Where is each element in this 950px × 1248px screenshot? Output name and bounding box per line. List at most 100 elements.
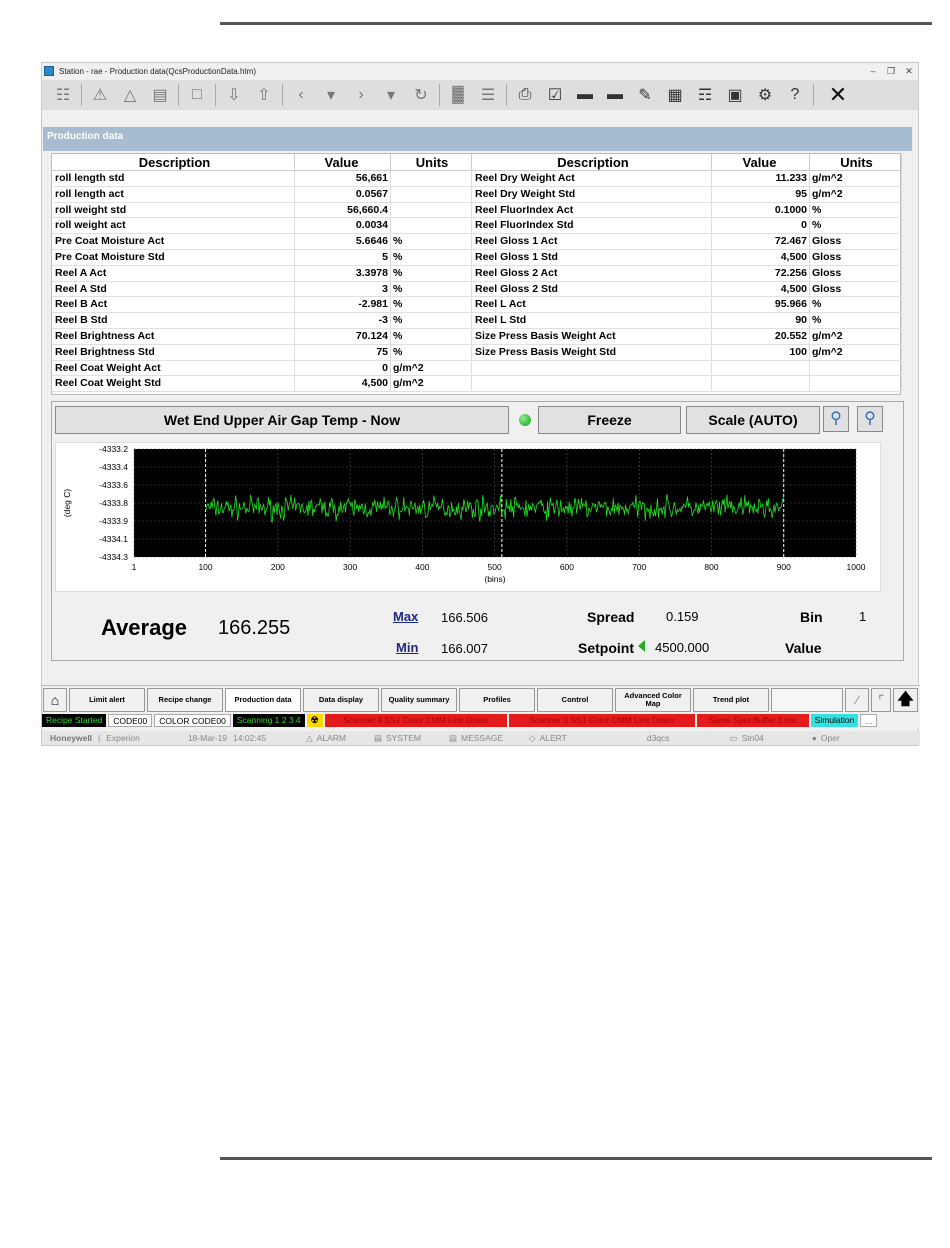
nav-trend-plot[interactable]: Trend plot (693, 688, 769, 712)
row-units: % (810, 313, 902, 328)
footer-alarm[interactable]: ALARM (317, 733, 346, 743)
alarm-icon[interactable]: ⚠ (85, 82, 115, 108)
step-icon[interactable]: ⌜ (871, 688, 891, 712)
zoom-in-icon[interactable]: ⚲ (823, 406, 849, 432)
zoom-out-icon[interactable]: ⚲ (857, 406, 883, 432)
footer-system[interactable]: SYSTEM (386, 733, 421, 743)
x-tick-label: 400 (415, 562, 429, 572)
max-link[interactable]: Max (393, 609, 418, 624)
trend-icon[interactable]: ▓ (443, 82, 473, 108)
freeze-button[interactable]: Freeze (538, 406, 681, 434)
row-units: % (391, 313, 472, 328)
code-status: CODE00 (108, 714, 153, 727)
nav-quality-summary[interactable]: Quality summary (381, 688, 457, 712)
back-dropdown-icon[interactable]: ▾ (316, 82, 346, 108)
close-icon[interactable]: ✕ (823, 82, 853, 108)
nav-data-display[interactable]: Data display (303, 688, 379, 712)
hierarchy-icon[interactable]: ☷ (48, 82, 78, 108)
row-units: % (391, 234, 472, 249)
table-row: Reel Dry Weight Std 95 g/m^2 (472, 186, 902, 203)
row-description: roll weight std (52, 202, 295, 218)
group-icon[interactable]: ☰ (473, 82, 503, 108)
nav-advanced-color-map[interactable]: Advanced Color Map (615, 688, 691, 712)
forward-icon[interactable]: › (346, 82, 376, 108)
up-arrow-icon[interactable]: 🡅 (893, 688, 918, 712)
help-icon[interactable]: ? (780, 82, 810, 108)
alert-footer-icon[interactable]: ◇ (529, 733, 536, 744)
close-window-button[interactable]: ✕ (900, 66, 918, 77)
page-icon[interactable]: □ (182, 82, 212, 108)
toolbar-separator (439, 84, 440, 106)
message-icon[interactable]: ▤ (145, 82, 175, 108)
y-tick-label: -4333.9 (99, 516, 128, 526)
table-row: Reel Coat Weight Act 0 g/m^2 (52, 360, 472, 377)
page-down-icon[interactable]: ⇩ (219, 82, 249, 108)
home-icon[interactable]: ⌂ (43, 688, 67, 712)
refresh-icon[interactable]: ↻ (406, 82, 436, 108)
toolbar: ☷ ⚠ △ ▤ □ ⇩ ⇧ ‹ ▾ › ▾ ↻ ▓ ☰ ⎙ ☑ ▬ ▬ ✎ ▦ … (42, 80, 918, 110)
table-right-half: Description Value Units Reel Dry Weight … (472, 154, 902, 394)
alarm-scanner3[interactable]: Scanner 3 SS1 Color CMM Link Down (508, 714, 695, 727)
checklist-icon[interactable]: ☑ (540, 82, 570, 108)
row-description: Size Press Basis Weight Act (472, 328, 712, 344)
min-link[interactable]: Min (396, 640, 418, 655)
page-up-icon[interactable]: ⇧ (249, 82, 279, 108)
footer-alert[interactable]: ALERT (540, 733, 567, 743)
row-value: 5 (295, 249, 391, 265)
row-value: 3 (295, 281, 391, 297)
operator-icon[interactable]: ✎ (630, 82, 660, 108)
nav-production-data[interactable]: Production data (225, 688, 301, 712)
table-row: Reel B Act -2.981% (52, 297, 472, 314)
table-row: Size Press Basis Weight Act 20.552 g/m^2 (472, 328, 902, 345)
display-red-icon[interactable]: ▬ (570, 82, 600, 108)
row-description: Size Press Basis Weight Std (472, 344, 712, 360)
row-units: % (391, 344, 472, 360)
row-value: 5.6646 (295, 234, 391, 249)
restore-button[interactable]: ❐ (882, 66, 900, 77)
row-description (472, 376, 712, 392)
toolbar-separator (282, 84, 283, 106)
x-tick-label: 100 (198, 562, 212, 572)
minimize-button[interactable]: – (864, 66, 882, 76)
table-row: Pre Coat Moisture Act 5.6646% (52, 234, 472, 250)
alarm-footer-icon[interactable]: △ (306, 733, 313, 744)
title-bar: Station - rae - Production data(QcsProdu… (42, 63, 918, 79)
system-footer-icon[interactable]: ▤ (374, 733, 382, 744)
production-data-table: Description Value Units roll length std 5… (51, 153, 902, 395)
pen-icon[interactable]: ∕ (845, 688, 869, 712)
calendar-icon[interactable]: ▣ (720, 82, 750, 108)
nav-empty-slot[interactable] (771, 688, 843, 712)
message-footer-icon[interactable]: ▤ (449, 733, 457, 744)
trend-panel: Wet End Upper Air Gap Temp - Now Freeze … (51, 401, 904, 661)
page-rule-bottom (220, 1157, 932, 1160)
row-description: Reel Dry Weight Act (472, 171, 712, 186)
table-row: Reel FluorIndex Act 0.1000% (472, 202, 902, 219)
back-icon[interactable]: ‹ (286, 82, 316, 108)
page-rule-top (220, 22, 932, 25)
scale-button[interactable]: Scale (AUTO) (686, 406, 820, 434)
row-value: 90 (712, 313, 810, 328)
footer-message[interactable]: MESSAGE (461, 733, 503, 743)
reports-icon[interactable]: ☶ (690, 82, 720, 108)
station-icon[interactable]: ▦ (660, 82, 690, 108)
alarm-buffer[interactable]: Same Spot Buffer Error (696, 714, 809, 727)
alert-icon[interactable]: △ (115, 82, 145, 108)
footer-time: 14:02:45 (233, 733, 267, 743)
row-description: roll length act (52, 186, 295, 202)
display-green-icon[interactable]: ▬ (600, 82, 630, 108)
y-tick-label: -4333.2 (99, 444, 128, 454)
average-value: 166.255 (218, 617, 291, 639)
configure-icon[interactable]: ⚙ (750, 82, 780, 108)
nav-recipe-change[interactable]: Recipe change (147, 688, 223, 712)
more-status[interactable]: ... (860, 714, 878, 727)
nav-limit-alert[interactable]: Limit alert (69, 688, 145, 712)
print-icon[interactable]: ⎙ (510, 82, 540, 108)
nav-profiles[interactable]: Profiles (459, 688, 535, 712)
table-left-half: Description Value Units roll length std 5… (52, 154, 472, 394)
trend-title-button[interactable]: Wet End Upper Air Gap Temp - Now (55, 406, 509, 434)
alarm-scanner4[interactable]: Scanner 4 SS1 Color CMM Link Down (324, 714, 507, 727)
forward-dropdown-icon[interactable]: ▾ (376, 82, 406, 108)
row-description: Reel FluorIndex Act (472, 202, 712, 218)
row-description: roll weight act (52, 218, 295, 234)
nav-control[interactable]: Control (537, 688, 613, 712)
